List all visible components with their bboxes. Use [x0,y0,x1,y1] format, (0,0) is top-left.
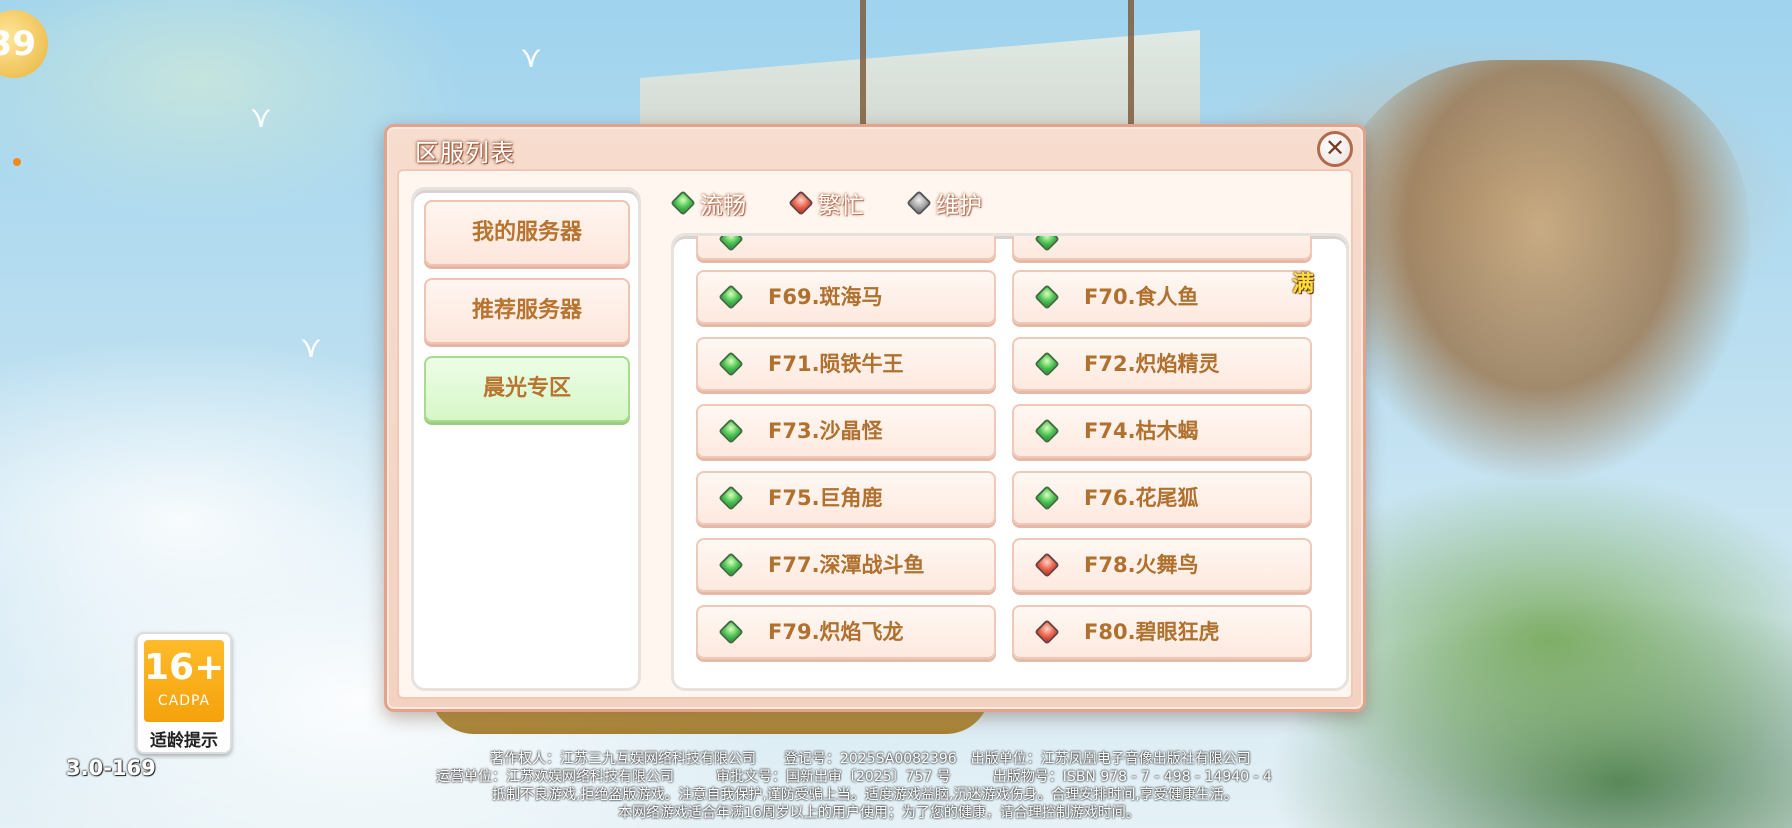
server-item[interactable]: F73.沙晶怪 [696,404,996,458]
green-gem-icon [718,236,744,252]
server-name: F79.炽焰飞龙 [768,620,904,644]
legend-maintenance: 维护 [906,186,982,220]
legend-busy: 繁忙 [788,186,864,220]
server-name: F74.枯木蝎 [1084,419,1199,443]
category-dawn-zone-button[interactable]: 晨光专区 [424,356,630,422]
server-item[interactable]: F76.花尾狐 [1012,471,1312,525]
legal-footer: 著作权人：江苏三九互娱网络科技有限公司 登记号：2025SA0082396 出版… [0,746,1792,828]
category-recommended-button[interactable]: 推荐服务器 [424,278,630,344]
age-rating-box: 16+ CADPA [144,640,224,722]
server-item[interactable]: F77.深潭战斗鱼 [696,538,996,592]
green-gem-icon [1034,418,1060,444]
age-rating-number: 16+ [144,647,225,688]
bird-icon: ⋎ [250,100,272,135]
age-rating-badge: 16+ CADPA 适龄提示 [136,632,232,754]
green-gem-icon [718,619,744,645]
green-gem-icon [1034,351,1060,377]
event-badge[interactable]: 39 [0,10,48,78]
server-full-badge: 满 [1291,272,1314,297]
footer-line: 抵制不良游戏,拒绝盗版游戏。注意自我保护,谨防受骗上当。适度游戏益脑,沉迷游戏伤… [492,787,1238,803]
green-gem-icon [1034,284,1060,310]
server-name: F69.斑海马 [768,285,883,309]
server-name: F80.碧眼狂虎 [1084,620,1220,644]
server-item[interactable]: F78.火舞鸟 [1012,538,1312,592]
server-item[interactable]: F79.炽焰飞龙 [696,605,996,659]
server-item[interactable]: F70.食人鱼 满 [1012,270,1314,324]
green-gem-icon [718,351,744,377]
legend-smooth: 流畅 [670,186,746,220]
server-name: F78.火舞鸟 [1084,553,1199,577]
legend-label: 流畅 [700,193,746,219]
footer-line: 运营单位：江苏欢娱网络科技有限公司 审批文号：国新出审〔2025〕757 号 出… [436,769,1272,785]
legend-label: 维护 [936,193,982,219]
green-gem-icon [1034,236,1060,252]
age-rating-org: CADPA [157,693,211,709]
green-gem-icon [718,284,744,310]
server-item-partial[interactable] [696,236,996,260]
server-item-partial[interactable] [1012,236,1312,260]
game-screen: ⋎ ⋎ ⋎ 39 区服列表 ✕ 我的服务器 推荐服务器 晨光专区 流畅 繁忙 维… [0,0,1792,828]
gray-gem-icon [906,190,932,216]
footer-line: 本网络游戏适合年满16周岁以上的用户使用；为了您的健康，请合理控制游戏时间。 [618,805,1140,821]
server-name: F70.食人鱼 [1084,285,1199,309]
category-my-servers-button[interactable]: 我的服务器 [424,200,630,266]
server-item[interactable]: F74.枯木蝎 [1012,404,1312,458]
notification-dot [13,158,21,166]
green-gem-icon [670,190,696,216]
dialog-body: 我的服务器 推荐服务器 晨光专区 流畅 繁忙 维护 F69.斑海马 F70.食人… [397,169,1353,699]
green-gem-icon [718,418,744,444]
green-gem-icon [718,485,744,511]
server-list-dialog: 区服列表 ✕ 我的服务器 推荐服务器 晨光专区 流畅 繁忙 维护 F69.斑海马… [384,124,1366,712]
server-name: F71.陨铁牛王 [768,352,904,376]
bird-icon: ⋎ [520,40,542,75]
red-gem-icon [788,190,814,216]
server-name: F76.花尾狐 [1084,486,1199,510]
server-item[interactable]: F80.碧眼狂虎 [1012,605,1312,659]
legend-label: 繁忙 [818,193,864,219]
footer-line: 著作权人：江苏三九互娱网络科技有限公司 登记号：2025SA0082396 出版… [490,751,1251,767]
mast-decoration [1128,0,1134,130]
server-item[interactable]: F72.炽焰精灵 [1012,337,1312,391]
server-name: F75.巨角鹿 [768,486,883,510]
server-item[interactable]: F69.斑海马 [696,270,996,324]
server-list[interactable]: F69.斑海马 F70.食人鱼 满 F71.陨铁牛王 F72.炽焰精灵 F73.沙晶怪 F7… [671,233,1349,691]
green-gem-icon [1034,485,1060,511]
server-name: F73.沙晶怪 [768,419,883,443]
green-gem-icon [718,552,744,578]
status-legend: 流畅 繁忙 维护 [670,185,982,221]
server-name: F72.炽焰精灵 [1084,352,1220,376]
red-gem-icon [1034,619,1060,645]
category-panel: 我的服务器 推荐服务器 晨光专区 [411,187,641,691]
server-item[interactable]: F71.陨铁牛王 [696,337,996,391]
dialog-title: 区服列表 [415,139,515,167]
server-item[interactable]: F75.巨角鹿 [696,471,996,525]
red-gem-icon [1034,552,1060,578]
mast-decoration [860,0,866,130]
ship-decoration [1330,60,1750,480]
bird-icon: ⋎ [300,330,322,365]
close-button[interactable]: ✕ [1317,131,1353,167]
server-name: F77.深潭战斗鱼 [768,553,925,577]
